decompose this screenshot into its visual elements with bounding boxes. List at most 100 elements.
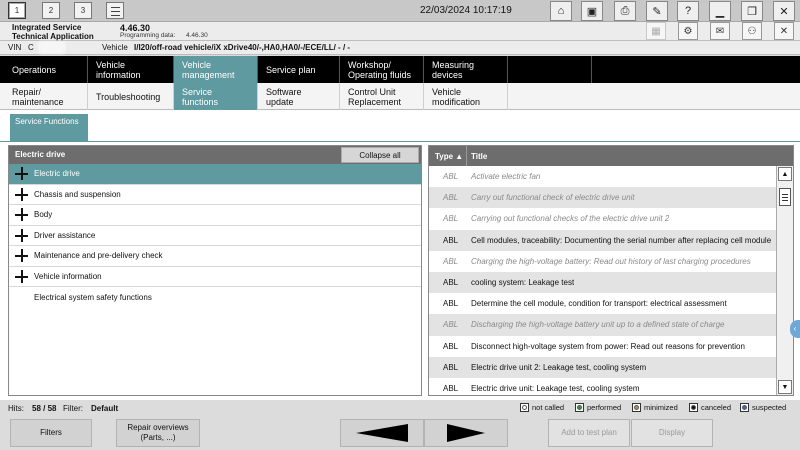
legend-dot-icon xyxy=(742,405,747,410)
table-row[interactable]: ABL Cell modules, traceability: Documenti… xyxy=(429,229,777,251)
expand-icon[interactable] xyxy=(15,249,28,263)
gear-icon[interactable]: ⚙ xyxy=(678,22,698,40)
vehicle-value: I/I20/off-road vehicle/iX xDrive40/-,HA0… xyxy=(134,43,351,52)
service-icon[interactable]: ⚇ xyxy=(742,22,762,40)
table-row[interactable]: ABL Discharging the high-voltage battery … xyxy=(429,314,777,336)
table-row[interactable]: ABL Electric drive unit 2: Leakage test, … xyxy=(429,356,777,378)
tab-repair-maintenance[interactable]: Repair/ maintenance xyxy=(0,83,88,110)
print-icon[interactable]: ⎙ xyxy=(614,1,636,21)
table-row[interactable]: ABL Carry out functional check of electri… xyxy=(429,187,777,209)
tree-item-label: Driver assistance xyxy=(34,230,96,240)
table-row[interactable]: ABL Charging the high-voltage battery: Re… xyxy=(429,250,777,272)
tree-item-electric-drive[interactable]: Electric drive xyxy=(9,164,421,185)
repair-overviews-button[interactable]: Repair overviews (Parts, ...) xyxy=(116,419,200,447)
table-row[interactable]: ABL Determine the cell module, condition … xyxy=(429,293,777,315)
tree-title: Electric drive xyxy=(15,150,66,159)
tree-item-chassis-suspension[interactable]: Chassis and suspension xyxy=(9,185,421,205)
vin-label: VIN xyxy=(8,43,22,52)
tab-troubleshooting[interactable]: Troubleshooting xyxy=(88,83,174,110)
list-scrollbar[interactable]: ▲ ▼ xyxy=(776,166,793,395)
tab-vehicle-information[interactable]: Vehicle information xyxy=(88,56,174,83)
tree-item-vehicle-information[interactable]: Vehicle information xyxy=(9,267,421,287)
main-navigation: Operations Vehicle information Vehicle m… xyxy=(0,56,800,83)
tab-control-unit-replacement[interactable]: Control Unit Replacement xyxy=(340,83,424,110)
session-button-2[interactable]: 2 xyxy=(42,2,60,19)
vin-value: C xyxy=(28,43,34,52)
programming-data-label: Programming data: xyxy=(120,32,176,39)
add-to-test-plan-button[interactable]: Add to test plan xyxy=(548,419,630,447)
legend-dot-icon xyxy=(522,405,527,410)
previous-button[interactable] xyxy=(340,419,424,447)
legend-dot-icon xyxy=(691,405,696,410)
hits-value: 58 / 58 xyxy=(32,404,57,413)
side-panel-toggle-icon[interactable]: ‹ xyxy=(790,320,800,338)
display-button[interactable]: Display xyxy=(631,419,713,447)
vin-redaction xyxy=(38,41,66,54)
tab-measuring-devices[interactable]: Measuring devices xyxy=(424,56,508,83)
tree-item-maintenance[interactable]: Maintenance and pre-delivery check xyxy=(9,246,421,267)
close-vehicle-icon[interactable]: ✕ xyxy=(774,22,794,40)
list-icon[interactable] xyxy=(106,2,124,19)
table-row[interactable]: ABL Electric drive unit: Leakage test, co… xyxy=(429,377,777,395)
tree-item-driver-assistance[interactable]: Driver assistance xyxy=(9,226,421,246)
application-bar: Integrated Service Technical Application… xyxy=(0,22,800,41)
expand-icon[interactable] xyxy=(15,187,28,201)
legend-not-called: not called xyxy=(520,403,564,412)
tree-item-label: Chassis and suspension xyxy=(34,189,121,199)
wrench-icon[interactable]: ✎ xyxy=(646,1,668,21)
sub-navigation: Repair/ maintenance Troubleshooting Serv… xyxy=(0,83,800,110)
table-row[interactable]: ABL Activate electric fan xyxy=(429,166,777,188)
minimize-window-icon[interactable]: ▁ xyxy=(709,1,731,21)
restore-window-icon[interactable]: ❐ xyxy=(741,1,763,21)
filters-button[interactable]: Filters xyxy=(10,419,92,447)
collapse-all-button[interactable]: Collapse all xyxy=(341,147,419,163)
top-bar: 1 2 3 22/03/2024 10:17:19 ⌂ ▣ ⎙ ✎ ? ▁ ❐ … xyxy=(0,0,800,22)
table-row[interactable]: ABL Carrying out functional checks of the… xyxy=(429,208,777,230)
tab-workshop-operating-fluids[interactable]: Workshop/ Operating fluids xyxy=(340,56,424,83)
scroll-down-icon[interactable]: ▼ xyxy=(778,380,792,394)
service-functions-list: Type ▲ Title ABL Activate electric fan AB… xyxy=(428,145,794,396)
vehicle-label: Vehicle xyxy=(102,43,128,52)
expand-icon[interactable] xyxy=(15,228,28,242)
tree-item-label: Maintenance and pre-delivery check xyxy=(34,251,163,261)
vehicle-id-icon[interactable]: ▣ xyxy=(581,1,603,21)
table-row[interactable]: ABL Disconnect high-voltage system from p… xyxy=(429,335,777,357)
legend-suspected: suspected xyxy=(740,403,786,412)
scroll-thumb[interactable] xyxy=(779,188,791,206)
list-header: Type ▲ Title xyxy=(429,146,793,166)
arrow-left-icon xyxy=(356,424,408,442)
help-icon[interactable]: ? xyxy=(677,1,699,21)
legend-performed: performed xyxy=(575,403,621,412)
scroll-up-icon[interactable]: ▲ xyxy=(778,167,792,181)
calculator-icon[interactable]: ▦ xyxy=(646,22,666,40)
vehicle-bar: VIN C Vehicle I/I20/off-road vehicle/iX … xyxy=(0,41,800,55)
programming-data-value: 4.46.30 xyxy=(186,32,208,39)
expand-icon[interactable] xyxy=(15,208,28,222)
expand-icon[interactable] xyxy=(15,269,28,283)
tab-software-update[interactable]: Software update xyxy=(258,83,340,110)
tab-service-plan[interactable]: Service plan xyxy=(258,56,340,83)
table-row[interactable]: ABL cooling system: Leakage test xyxy=(429,271,777,294)
mail-icon[interactable]: ✉ xyxy=(710,22,730,40)
breadcrumb-area: Service Functions xyxy=(0,110,800,142)
tab-operations[interactable]: Operations xyxy=(0,56,88,83)
close-icon[interactable]: ✕ xyxy=(773,1,795,21)
tab-vehicle-modification[interactable]: Vehicle modification xyxy=(424,83,508,110)
next-button[interactable] xyxy=(424,419,508,447)
session-button-3[interactable]: 3 xyxy=(74,2,92,19)
column-header-type[interactable]: Type ▲ xyxy=(429,146,467,166)
legend-dot-icon xyxy=(634,405,639,410)
column-header-title[interactable]: Title xyxy=(471,152,487,161)
tree-item-electrical-safety[interactable]: Electrical system safety functions xyxy=(9,287,421,308)
tab-service-functions[interactable]: Service functions xyxy=(174,83,258,110)
breadcrumb[interactable]: Service Functions xyxy=(10,114,88,142)
expand-icon[interactable] xyxy=(15,167,28,181)
tree-header: Electric drive Collapse all xyxy=(9,146,421,164)
arrow-right-icon xyxy=(447,424,485,442)
tab-vehicle-management[interactable]: Vehicle management xyxy=(174,56,258,83)
tree-item-body[interactable]: Body xyxy=(9,205,421,226)
session-button-1[interactable]: 1 xyxy=(8,2,26,19)
content-area: Electric drive Collapse all Electric dri… xyxy=(0,142,800,400)
home-icon[interactable]: ⌂ xyxy=(550,1,572,21)
filter-value: Default xyxy=(91,404,119,413)
